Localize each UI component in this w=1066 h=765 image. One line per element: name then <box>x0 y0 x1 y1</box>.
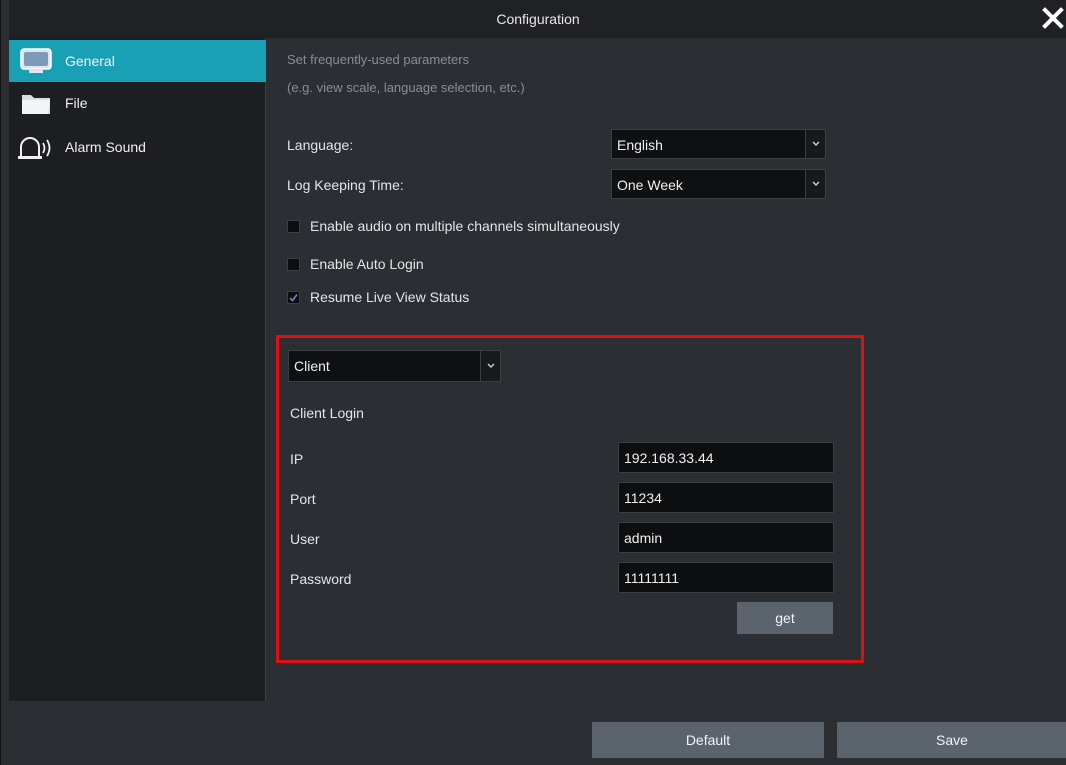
get-button[interactable]: get <box>737 602 833 634</box>
language-label: Language: <box>287 137 354 153</box>
log-keeping-label: Log Keeping Time: <box>287 177 404 193</box>
sidebar-item-alarm-sound[interactable]: Alarm Sound <box>9 126 266 168</box>
footer: Default Save <box>9 701 1066 765</box>
language-select-value: English <box>617 137 663 153</box>
client-login-title: Client Login <box>290 405 364 421</box>
client-mode-select[interactable]: Client <box>288 350 501 382</box>
description-line-1: Set frequently-used parameters <box>287 52 470 67</box>
folder-icon <box>17 88 55 118</box>
ip-input[interactable] <box>618 442 834 473</box>
language-select[interactable]: English <box>611 129 826 159</box>
log-keeping-select-value: One Week <box>617 177 683 193</box>
chevron-down-icon <box>805 170 825 198</box>
checkbox-box[interactable] <box>287 257 300 271</box>
resume-live-view-checkbox[interactable]: Resume Live View Status <box>287 289 469 305</box>
monitor-icon <box>17 46 55 76</box>
checkbox-label: Enable audio on multiple channels simult… <box>310 218 620 234</box>
log-keeping-select[interactable]: One Week <box>611 169 826 199</box>
port-label: Port <box>290 491 316 507</box>
description-line-2: (e.g. view scale, language selection, et… <box>287 80 525 95</box>
check-icon <box>289 293 298 302</box>
enable-auto-login-checkbox[interactable]: Enable Auto Login <box>287 256 424 272</box>
sidebar-item-general[interactable]: General <box>9 40 266 82</box>
configuration-window: Configuration General File Alarm Sound S… <box>0 0 1066 765</box>
sidebar-item-label: General <box>65 53 115 69</box>
close-icon[interactable] <box>1041 6 1065 30</box>
password-input[interactable] <box>618 562 834 593</box>
sidebar-item-file[interactable]: File <box>9 82 266 124</box>
port-input[interactable] <box>618 482 834 513</box>
checkbox-label: Resume Live View Status <box>310 289 470 305</box>
title-bar: Configuration <box>9 0 1066 38</box>
sidebar: General File Alarm Sound <box>9 38 266 701</box>
chevron-down-icon <box>805 130 825 158</box>
password-label: Password <box>290 571 352 587</box>
general-settings-pane: Set frequently-used parameters (e.g. vie… <box>266 38 1066 701</box>
chevron-down-icon <box>480 351 500 381</box>
window-title: Configuration <box>496 11 580 27</box>
client-login-panel: Client Client Login IP Port User Passwor… <box>276 335 864 663</box>
save-button[interactable]: Save <box>837 722 1066 758</box>
client-mode-select-value: Client <box>294 358 330 374</box>
ip-label: IP <box>290 451 304 467</box>
user-label: User <box>290 531 320 547</box>
sidebar-item-label: Alarm Sound <box>65 139 146 155</box>
checkbox-label: Enable Auto Login <box>310 256 424 272</box>
checkbox-box[interactable] <box>287 290 300 304</box>
enable-audio-multichannel-checkbox[interactable]: Enable audio on multiple channels simult… <box>287 218 620 234</box>
checkbox-box[interactable] <box>287 219 300 233</box>
alarm-bell-icon <box>17 132 55 162</box>
default-button[interactable]: Default <box>592 722 824 758</box>
sidebar-item-label: File <box>65 95 88 111</box>
user-input[interactable] <box>618 522 834 553</box>
